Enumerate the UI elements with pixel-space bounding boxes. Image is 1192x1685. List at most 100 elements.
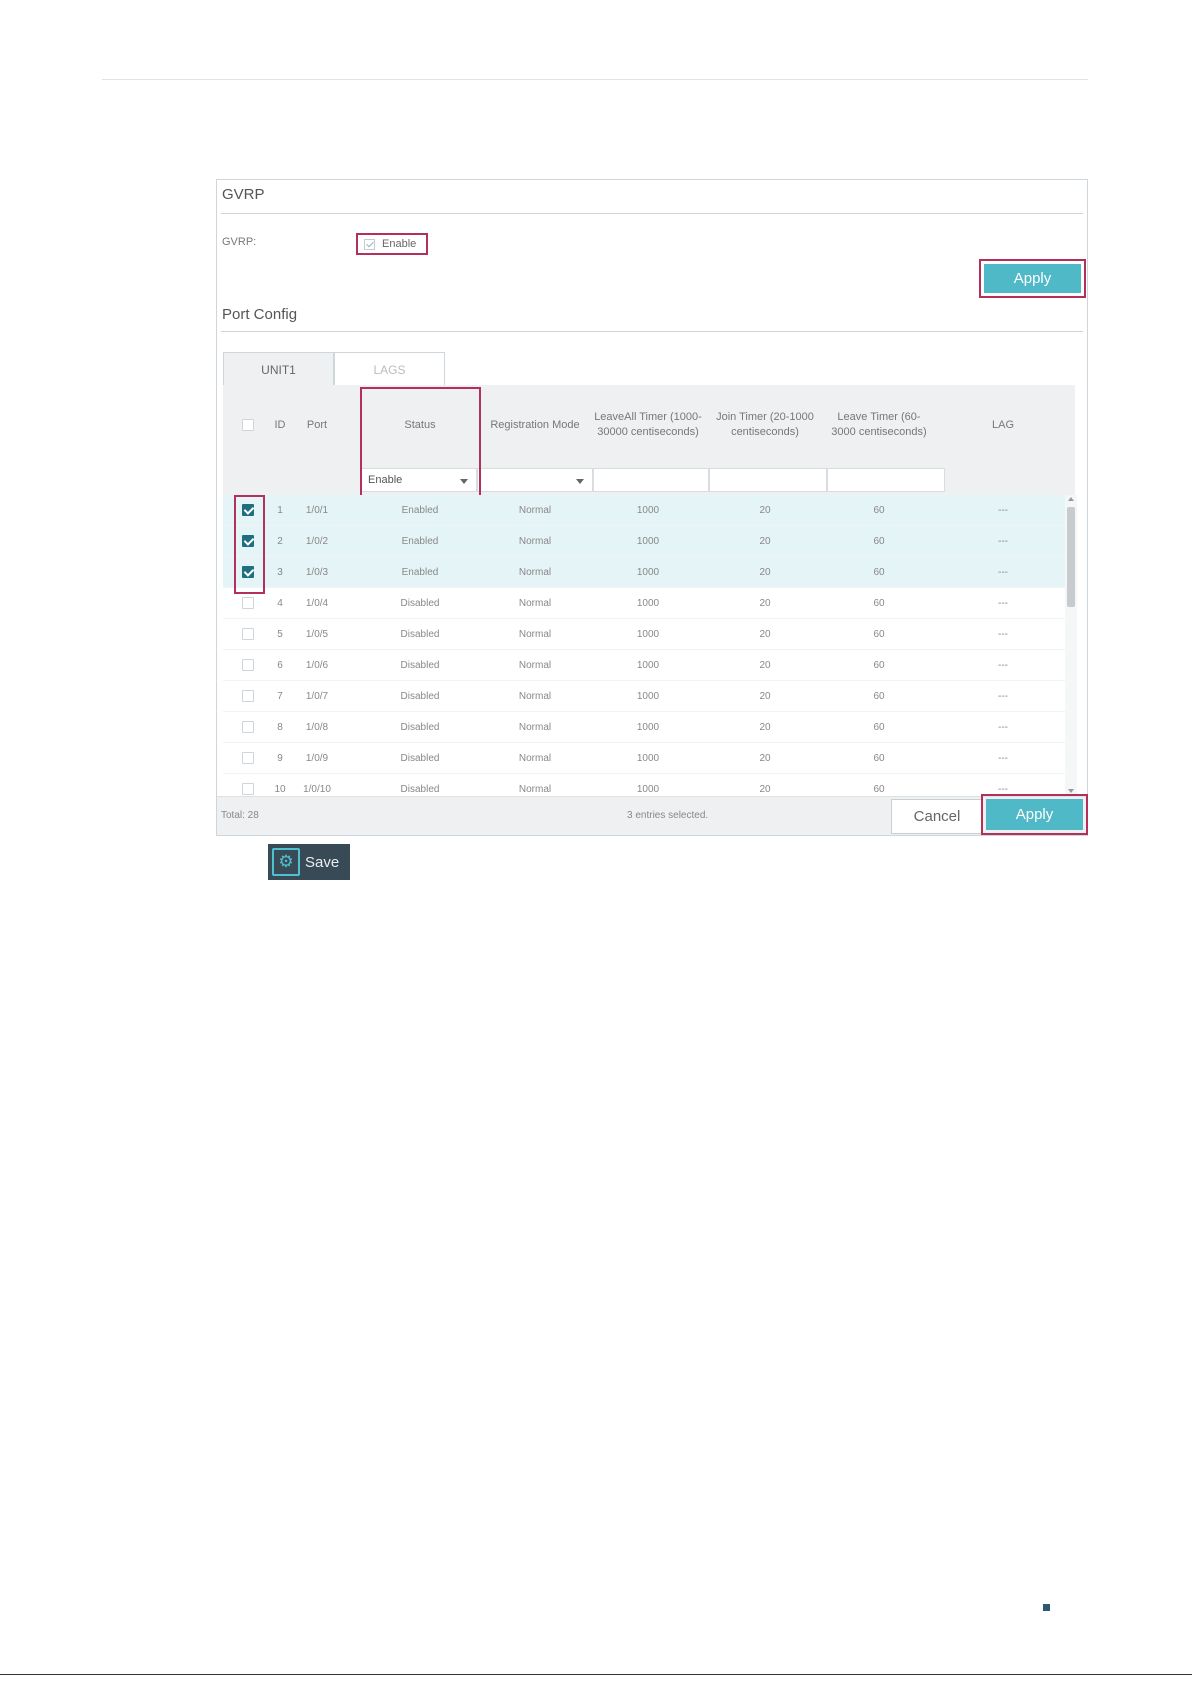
cancel-button[interactable]: Cancel (891, 799, 983, 834)
select-all-checkbox[interactable] (242, 419, 254, 431)
gvrp-enable-checkbox[interactable] (364, 238, 375, 250)
table-row[interactable]: 9 1/0/9 Disabled Normal 1000 20 60 --- (223, 743, 1075, 774)
port-config-tabs: UNIT1 LAGS (223, 352, 445, 386)
table-scrollbar[interactable] (1065, 495, 1077, 795)
cell-id: 4 (277, 597, 283, 609)
table-body: 1 1/0/1 Enabled Normal 1000 20 60 --- 2 1/0/2 Enab… (223, 495, 1075, 804)
cell-id: 8 (277, 721, 283, 733)
table-row[interactable]: 8 1/0/8 Disabled Normal 1000 20 60 --- (223, 712, 1075, 743)
gvrp-apply-button[interactable]: Apply (984, 264, 1081, 293)
scroll-down-icon[interactable] (1068, 789, 1074, 793)
cell-port: 1/0/6 (305, 659, 329, 671)
cell-join: 20 (759, 597, 771, 609)
cell-leaveall: 1000 (636, 752, 660, 764)
table-filter-row: Enable (223, 465, 1075, 495)
chevron-down-icon (576, 479, 584, 484)
registration-mode-select[interactable] (477, 468, 593, 492)
cell-id: 5 (277, 628, 283, 640)
scrollbar-thumb[interactable] (1067, 507, 1075, 607)
cell-id: 2 (277, 535, 283, 547)
table-row[interactable]: 2 1/0/2 Enabled Normal 1000 20 60 --- (223, 526, 1075, 557)
row-select-cell (233, 712, 263, 742)
checkbox-highlight (234, 495, 265, 594)
cell-status: Enabled (401, 504, 439, 516)
cell-lag: --- (998, 535, 1008, 547)
top-divider (102, 79, 1088, 80)
row-select-cell (233, 681, 263, 711)
tab-unit1[interactable]: UNIT1 (223, 352, 334, 386)
cell-status: Disabled (400, 659, 440, 671)
selected-entries-info: 3 entries selected. (627, 810, 709, 821)
cell-status: Enabled (401, 566, 439, 578)
header-lag: LAG (991, 418, 1014, 431)
cell-status: Disabled (400, 721, 440, 733)
scroll-up-icon[interactable] (1068, 497, 1074, 501)
leave-timer-input[interactable] (827, 468, 945, 492)
cell-leave: 60 (873, 535, 885, 547)
header-join-timer: Join Timer (20-1000 centiseconds) (716, 411, 814, 438)
gvrp-apply-highlight: Apply (979, 259, 1086, 298)
row-checkbox[interactable] (242, 752, 254, 764)
gvrp-field-label: GVRP: (222, 236, 257, 248)
cell-status: Disabled (400, 752, 440, 764)
bottom-divider (0, 1674, 1192, 1675)
gvrp-enable-label: Enable (382, 238, 417, 250)
cell-status: Disabled (400, 628, 440, 640)
leaveall-timer-input[interactable] (593, 468, 709, 492)
cell-id: 9 (277, 752, 283, 764)
row-checkbox[interactable] (242, 690, 254, 702)
table-row[interactable]: 7 1/0/7 Disabled Normal 1000 20 60 --- (223, 681, 1075, 712)
join-timer-input[interactable] (709, 468, 827, 492)
cell-lag: --- (998, 659, 1008, 671)
tab-lags[interactable]: LAGS (334, 352, 445, 386)
cell-mode: Normal (518, 504, 552, 516)
cell-id: 1 (277, 504, 283, 516)
cell-lag: --- (998, 721, 1008, 733)
row-checkbox[interactable] (242, 659, 254, 671)
table-row[interactable]: 3 1/0/3 Enabled Normal 1000 20 60 --- (223, 557, 1075, 588)
cell-lag: --- (998, 628, 1008, 640)
cell-join: 20 (759, 721, 771, 733)
cell-leaveall: 1000 (636, 659, 660, 671)
table-row[interactable]: 5 1/0/5 Disabled Normal 1000 20 60 --- (223, 619, 1075, 650)
cell-join: 20 (759, 659, 771, 671)
row-checkbox[interactable] (242, 783, 254, 795)
cell-leave: 60 (873, 659, 885, 671)
save-label: Save (305, 853, 340, 871)
cell-port: 1/0/5 (305, 628, 329, 640)
table-footer: Total: 28 3 entries selected. Cancel App… (217, 794, 1088, 835)
page-marker (1043, 1604, 1050, 1611)
cell-leave: 60 (873, 752, 885, 764)
row-checkbox[interactable] (242, 628, 254, 640)
cell-port: 1/0/8 (305, 721, 329, 733)
cell-leave: 60 (873, 690, 885, 702)
table-row[interactable]: 6 1/0/6 Disabled Normal 1000 20 60 --- (223, 650, 1075, 681)
gvrp-enable-highlight: Enable (356, 233, 428, 255)
header-leaveall-timer: LeaveAll Timer (1000-30000 centiseconds) (594, 411, 702, 438)
row-select-cell (233, 650, 263, 680)
gvrp-section-title: GVRP (222, 186, 265, 203)
cell-port: 1/0/1 (305, 504, 329, 516)
port-config-section-divider (221, 331, 1083, 332)
port-apply-button[interactable]: Apply (986, 799, 1083, 830)
cell-mode: Normal (518, 535, 552, 547)
cell-lag: --- (998, 504, 1008, 516)
save-button[interactable]: ⚙ Save (268, 844, 350, 880)
cell-status: Disabled (400, 597, 440, 609)
cell-id: 7 (277, 690, 283, 702)
row-checkbox[interactable] (242, 721, 254, 733)
row-checkbox[interactable] (242, 597, 254, 609)
cell-mode: Normal (518, 628, 552, 640)
table-row[interactable]: 4 1/0/4 Disabled Normal 1000 20 60 --- (223, 588, 1075, 619)
cell-join: 20 (759, 628, 771, 640)
cell-mode: Normal (518, 659, 552, 671)
cell-mode: Normal (518, 566, 552, 578)
cell-mode: Normal (518, 752, 552, 764)
cell-mode: Normal (518, 721, 552, 733)
cell-lag: --- (998, 597, 1008, 609)
cell-port: 1/0/2 (305, 535, 329, 547)
port-config-section-title: Port Config (222, 306, 298, 323)
table-row[interactable]: 1 1/0/1 Enabled Normal 1000 20 60 --- (223, 495, 1075, 526)
cell-leaveall: 1000 (636, 597, 660, 609)
cell-lag: --- (998, 566, 1008, 578)
